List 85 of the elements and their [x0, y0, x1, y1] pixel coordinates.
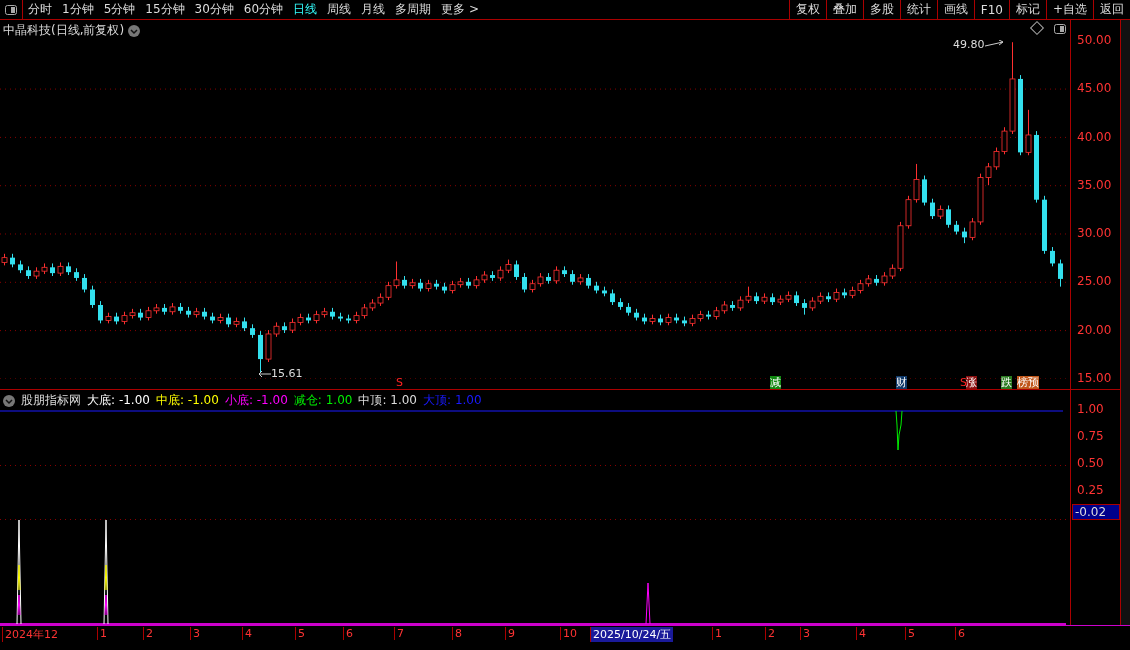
- time-axis-label: 4: [856, 627, 868, 640]
- chart-title: 中晶科技(日线,前复权): [3, 22, 125, 39]
- toolbar-button[interactable]: 叠加: [825, 0, 863, 19]
- price-axis-label: 15.00: [1077, 370, 1113, 385]
- toolbar-button[interactable]: 多股: [862, 0, 900, 19]
- candlestick: [922, 175, 927, 206]
- legend-item: 中顶: 1.00: [358, 392, 417, 409]
- period-tab[interactable]: 1分钟: [57, 0, 99, 19]
- candlestick: [98, 300, 103, 324]
- candlestick: [90, 285, 95, 309]
- panel-toggle-icon[interactable]: [5, 4, 17, 15]
- indicator-axis-label: 0.50: [1077, 456, 1104, 470]
- time-axis-label: 2: [765, 627, 777, 640]
- candlestick: [82, 273, 87, 293]
- candlestick: [514, 260, 519, 281]
- period-tab[interactable]: 多周期: [390, 0, 437, 19]
- period-tab[interactable]: 月线: [356, 0, 391, 19]
- time-axis-label: 9: [505, 627, 517, 640]
- signal-marker: 榜预: [1017, 376, 1039, 389]
- candlestick: [1025, 109, 1032, 156]
- candlestick: [1058, 259, 1063, 288]
- time-axis-label: 7: [394, 627, 406, 640]
- time-axis-label: 8: [452, 627, 464, 640]
- period-tab[interactable]: 30分钟: [189, 0, 239, 19]
- time-axis-label: 10: [560, 627, 579, 640]
- time-axis-label: 2024年12: [2, 627, 60, 642]
- time-axis-label: 3: [190, 627, 202, 640]
- price-axis-label: 40.00: [1077, 129, 1113, 144]
- candlestick: [930, 198, 935, 220]
- time-axis-label: 5: [295, 627, 307, 640]
- period-tab[interactable]: 60分钟: [238, 0, 289, 19]
- toolbar-button[interactable]: 复权: [788, 0, 826, 19]
- time-axis-label: 2: [143, 627, 155, 640]
- period-tab[interactable]: 15分钟: [140, 0, 190, 19]
- time-axis-label: 2025/10/24/五: [590, 627, 674, 642]
- indicator-axis-label: 1.00: [1077, 402, 1104, 416]
- price-axis-label: 30.00: [1077, 226, 1113, 241]
- current-value-label: -0.02: [1072, 504, 1120, 520]
- panel-toggle-icon[interactable]: [1054, 24, 1066, 34]
- toolbar-button[interactable]: +自选: [1045, 0, 1093, 19]
- signal-marker: S: [396, 376, 403, 389]
- time-axis-label: 1: [97, 627, 109, 640]
- legend-item: 中底: -1.00: [155, 392, 219, 409]
- indicator-axis-label: 0.25: [1077, 483, 1104, 497]
- indicator-axis-label: 0.75: [1077, 429, 1104, 443]
- period-tab[interactable]: 周线: [322, 0, 357, 19]
- candlestick: [522, 272, 527, 293]
- time-axis-label: 6: [955, 627, 967, 640]
- time-axis-label: 1: [712, 627, 724, 640]
- low-price-label: 15.61: [271, 367, 303, 380]
- toolbar-button[interactable]: F10: [973, 0, 1009, 19]
- time-axis-label: 3: [800, 627, 812, 640]
- price-axis-label: 25.00: [1077, 274, 1113, 289]
- time-axis-label: 4: [242, 627, 254, 640]
- pointer-arrow-icon: [258, 370, 272, 378]
- legend-item: 大底: -1.00: [87, 392, 150, 409]
- dropdown-icon[interactable]: [128, 24, 141, 37]
- signal-marker: 涨: [966, 376, 977, 389]
- signal-marker: 跌: [1001, 376, 1012, 389]
- candlestick: [946, 204, 951, 229]
- price-axis-label: 35.00: [1077, 177, 1113, 192]
- toolbar-button[interactable]: 画线: [936, 0, 974, 19]
- legend-item: 小底: -1.00: [224, 392, 288, 409]
- legend-item: 大顶: 1.00: [423, 392, 482, 409]
- period-tab[interactable]: 日线: [288, 0, 323, 19]
- price-axis-label: 45.00: [1077, 81, 1113, 96]
- high-price-label: 49.80: [953, 38, 985, 51]
- signal-marker: S: [960, 376, 967, 389]
- toolbar-button[interactable]: 返回: [1093, 0, 1130, 19]
- indicator-name: 股朋指标网: [21, 392, 81, 409]
- signal-marker: 财: [896, 376, 907, 389]
- time-axis-label: 6: [343, 627, 355, 640]
- period-tab[interactable]: 更多 >: [436, 0, 484, 19]
- time-axis-label: 5: [905, 627, 917, 640]
- signal-marker: 减: [770, 376, 781, 389]
- period-tab[interactable]: 5分钟: [98, 0, 141, 19]
- dropdown-icon[interactable]: [3, 394, 15, 407]
- period-tab[interactable]: 分时: [23, 0, 57, 19]
- pointer-arrow-icon: [985, 40, 1005, 48]
- legend-item: 减仓: 1.00: [293, 392, 353, 409]
- candlestick: [1050, 246, 1055, 267]
- toolbar-button[interactable]: 标记: [1008, 0, 1046, 19]
- price-axis-label: 50.00: [1077, 33, 1113, 47]
- price-axis-label: 20.00: [1077, 322, 1113, 337]
- toolbar-button[interactable]: 统计: [899, 0, 937, 19]
